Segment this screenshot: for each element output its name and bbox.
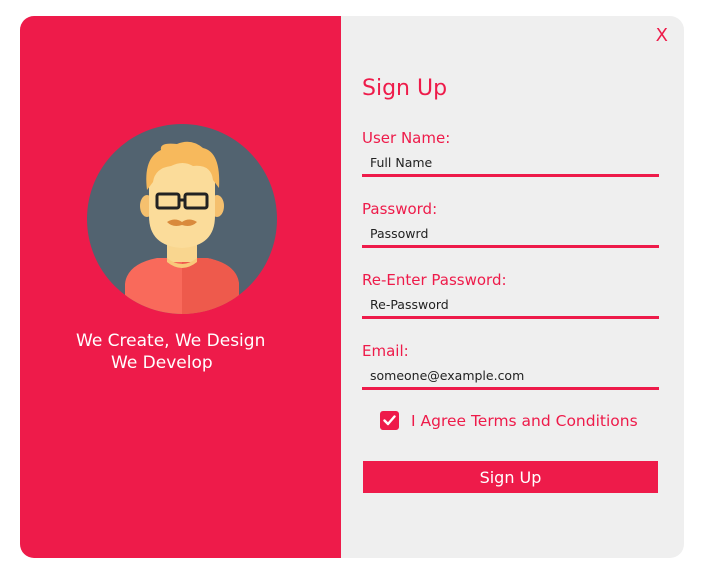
- tagline-line-1: We Create, We Design: [76, 331, 266, 351]
- reenter-password-input[interactable]: [362, 295, 659, 319]
- branding-panel: We Create, We Design We Develop: [20, 16, 341, 558]
- checkmark-icon: [383, 415, 396, 426]
- reenter-password-label: Re-Enter Password:: [362, 271, 507, 289]
- signup-form-panel: X Sign Up User Name: Password: Re-Enter …: [341, 16, 684, 558]
- tagline-line-2: We Develop: [111, 353, 213, 373]
- developer-avatar-icon: [87, 124, 277, 314]
- terms-label[interactable]: I Agree Terms and Conditions: [411, 412, 638, 430]
- terms-agreement: I Agree Terms and Conditions: [380, 411, 638, 430]
- email-label: Email:: [362, 342, 409, 360]
- reenter-password-field-group: Re-Enter Password:: [362, 271, 659, 319]
- password-label: Password:: [362, 200, 438, 218]
- form-title: Sign Up: [362, 76, 448, 101]
- username-input[interactable]: [362, 153, 659, 177]
- password-input[interactable]: [362, 224, 659, 248]
- username-field-group: User Name:: [362, 129, 659, 177]
- terms-checkbox[interactable]: [380, 411, 399, 430]
- email-field-group: Email:: [362, 342, 659, 390]
- signup-button[interactable]: Sign Up: [363, 461, 658, 493]
- password-field-group: Password:: [362, 200, 659, 248]
- close-button[interactable]: X: [656, 26, 668, 46]
- signup-dialog: We Create, We Design We Develop X Sign U…: [20, 16, 684, 558]
- email-input[interactable]: [362, 366, 659, 390]
- username-label: User Name:: [362, 129, 451, 147]
